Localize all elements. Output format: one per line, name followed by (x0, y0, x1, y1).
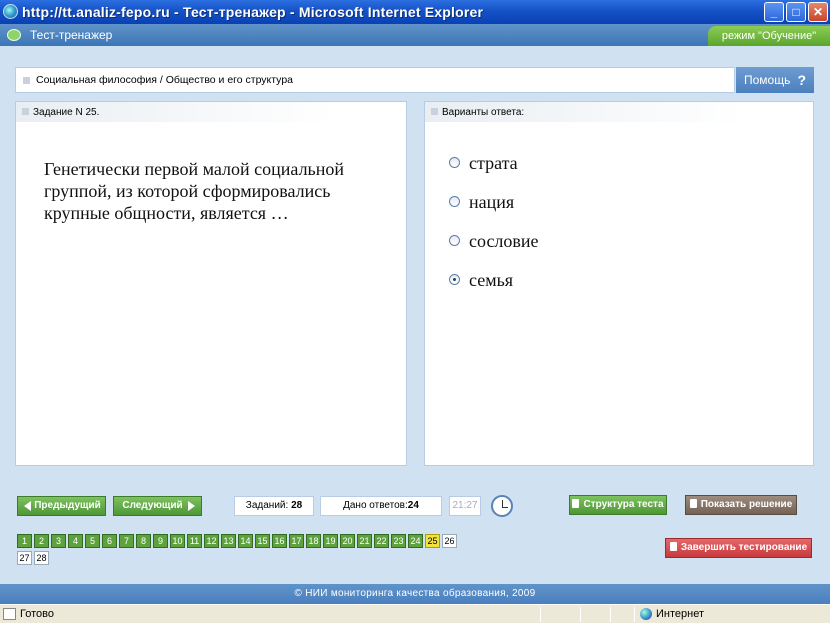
task-number-button[interactable]: 15 (255, 534, 270, 548)
clock-icon[interactable] (491, 495, 513, 517)
task-number-button[interactable]: 23 (391, 534, 406, 548)
previous-button[interactable]: Предыдущий (17, 496, 106, 516)
close-button[interactable]: ✕ (808, 2, 828, 22)
task-header: Задание N 25. (16, 102, 336, 122)
task-number-button[interactable]: 6 (102, 534, 117, 548)
tasks-counter: Заданий: 28 (234, 496, 314, 516)
ie-logo-icon (3, 4, 18, 19)
timer: 21:27 (449, 496, 481, 516)
book-icon (689, 499, 697, 508)
test-structure-label: Структура теста (583, 499, 664, 510)
next-button[interactable]: Следующий (113, 496, 202, 516)
task-number-button[interactable]: 10 (170, 534, 185, 548)
test-structure-button[interactable]: Структура теста (569, 495, 667, 515)
task-number-button[interactable]: 7 (119, 534, 134, 548)
page-icon (3, 608, 16, 620)
answers-panel: Варианты ответа: страта нация сословие с… (424, 101, 814, 466)
task-number-button[interactable]: 18 (306, 534, 321, 548)
task-panel: Задание N 25. Генетически первой малой с… (15, 101, 407, 466)
answers-header: Варианты ответа: (425, 102, 745, 122)
control-bar: Предыдущий Следующий Заданий: 28 Дано от… (0, 484, 830, 584)
answers-counter-value: 24 (407, 500, 419, 511)
minimize-button[interactable]: _ (764, 2, 784, 22)
finish-test-label: Завершить тестирование (680, 542, 808, 553)
task-number-button[interactable]: 25 (425, 534, 440, 548)
task-number-button[interactable]: 27 (17, 551, 32, 565)
answer-label: нация (469, 192, 515, 212)
status-divider (580, 607, 581, 622)
task-number-button[interactable]: 2 (34, 534, 49, 548)
help-button[interactable]: Помощь ? (736, 67, 814, 93)
task-number-button[interactable]: 16 (272, 534, 287, 548)
app-title: Тест-тренажер (30, 28, 113, 42)
window-titlebar: http://tt.analiz-fepo.ru - Тест-тренажер… (0, 0, 830, 24)
task-number-button[interactable]: 11 (187, 534, 202, 548)
window-title: http://tt.analiz-fepo.ru - Тест-тренажер… (22, 4, 484, 20)
show-solution-button[interactable]: Показать решение (685, 495, 797, 515)
task-number-button[interactable]: 8 (136, 534, 151, 548)
radio-button[interactable] (449, 235, 460, 246)
security-zone: Интернет (656, 608, 704, 620)
tasks-counter-label: Заданий: (245, 500, 289, 511)
radio-button[interactable] (449, 196, 460, 207)
question-text: Генетически первой малой социальной груп… (44, 159, 345, 223)
status-bar: Готово Интернет (0, 604, 830, 623)
task-number-button[interactable]: 9 (153, 534, 168, 548)
radio-button[interactable] (449, 274, 460, 285)
runner-icon (669, 542, 677, 551)
task-number-button[interactable]: 24 (408, 534, 423, 548)
footer-copyright: © НИИ мониторинга качества образования, … (0, 584, 830, 604)
arrow-right-icon (188, 501, 195, 511)
task-number-button[interactable]: 5 (85, 534, 100, 548)
globe-icon (640, 608, 652, 620)
answers-counter: Дано ответов:24 (320, 496, 442, 516)
maximize-button[interactable]: □ (786, 2, 806, 22)
task-number-button[interactable]: 1 (17, 534, 32, 548)
radio-button[interactable] (449, 157, 460, 168)
task-number-button[interactable]: 14 (238, 534, 253, 548)
task-number-button[interactable]: 21 (357, 534, 372, 548)
mode-badge: режим "Обучение" (708, 26, 830, 46)
status-text: Готово (20, 608, 54, 620)
status-divider (610, 607, 611, 622)
finish-test-button[interactable]: Завершить тестирование (665, 538, 812, 558)
task-number-button[interactable]: 13 (221, 534, 236, 548)
task-number-button[interactable]: 22 (374, 534, 389, 548)
previous-label: Предыдущий (34, 500, 101, 511)
help-label: Помощь (744, 73, 791, 87)
task-number-button[interactable]: 17 (289, 534, 304, 548)
answers-counter-label: Дано ответов: (343, 500, 408, 511)
breadcrumb: Социальная философия / Общество и его ст… (15, 67, 735, 93)
main-area: Социальная философия / Общество и его ст… (0, 46, 830, 484)
task-number-button[interactable]: 19 (323, 534, 338, 548)
answer-label: сословие (469, 231, 539, 251)
answer-label: страта (469, 153, 518, 173)
status-divider (634, 607, 635, 622)
show-solution-label: Показать решение (700, 499, 793, 510)
arrow-left-icon (24, 501, 31, 511)
task-number-button[interactable]: 20 (340, 534, 355, 548)
tasks-counter-value: 28 (291, 500, 303, 511)
document-icon (572, 499, 580, 508)
next-label: Следующий (122, 500, 183, 511)
status-divider (540, 607, 541, 622)
app-logo-icon (7, 29, 21, 41)
task-number-button[interactable]: 26 (442, 534, 457, 548)
question-mark-icon: ? (797, 72, 806, 88)
task-number-button[interactable]: 3 (51, 534, 66, 548)
app-header: Тест-тренажер (0, 24, 830, 46)
task-number-button[interactable]: 12 (204, 534, 219, 548)
answer-label: семья (469, 270, 514, 290)
task-number-button[interactable]: 28 (34, 551, 49, 565)
task-number-button[interactable]: 4 (68, 534, 83, 548)
